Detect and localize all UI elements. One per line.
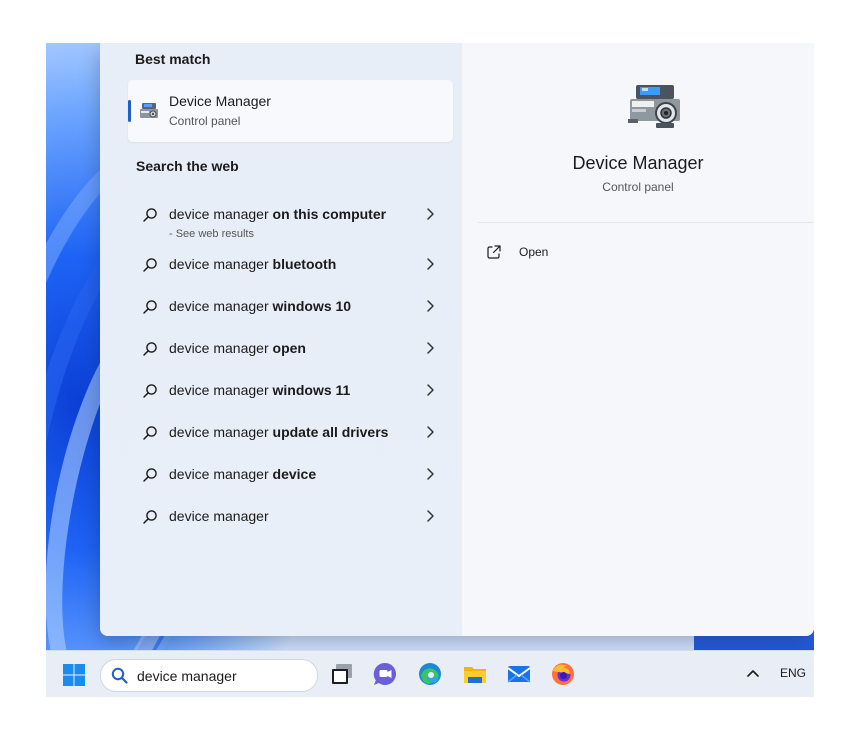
search-icon: [143, 208, 157, 222]
web-result-item[interactable]: device manager on this computer - See web…: [128, 195, 453, 247]
search-input[interactable]: [137, 666, 307, 685]
web-result-query: device manager: [169, 508, 269, 524]
task-view-icon[interactable]: [329, 661, 355, 687]
divider: [478, 222, 814, 223]
language-indicator[interactable]: ENG: [780, 666, 806, 680]
edge-icon[interactable]: [417, 661, 443, 687]
best-match-title: Device Manager: [169, 93, 271, 109]
query-prefix: device manager: [169, 256, 269, 272]
web-result-query: device manager on this computer: [169, 206, 386, 222]
windows-start-icon[interactable]: [62, 663, 86, 687]
results-list: Best match Device Manager Control panel …: [100, 43, 462, 636]
open-label: Open: [519, 245, 549, 259]
best-match-result[interactable]: Device Manager Control panel: [128, 80, 453, 142]
search-icon: [143, 384, 157, 398]
web-result-query: device manager bluetooth: [169, 256, 336, 272]
open-external-icon: [487, 245, 501, 259]
web-result-item[interactable]: device manager windows 10: [128, 287, 453, 327]
web-result-query: device manager windows 11: [169, 382, 350, 398]
web-result-query: device manager update all drivers: [169, 424, 388, 440]
best-match-heading: Best match: [135, 51, 211, 67]
search-icon: [143, 342, 157, 356]
search-icon: [111, 667, 128, 684]
chevron-right-icon: [427, 342, 434, 354]
device-manager-icon: [628, 85, 680, 128]
selection-indicator: [128, 100, 131, 122]
chevron-right-icon: [427, 300, 434, 312]
query-suggestion: windows 10: [268, 298, 352, 314]
search-icon: [143, 426, 157, 440]
detail-subtitle: Control panel: [602, 180, 674, 194]
device-manager-icon: [140, 103, 158, 118]
query-suggestion: device: [268, 466, 317, 482]
web-result-item[interactable]: device manager update all drivers: [128, 413, 453, 453]
search-icon: [143, 510, 157, 524]
web-result-query: device manager device: [169, 466, 316, 482]
taskbar-search-box[interactable]: [100, 659, 318, 692]
web-result-item[interactable]: device manager bluetooth: [128, 245, 453, 285]
web-result-item[interactable]: device manager windows 11: [128, 371, 453, 411]
file-explorer-icon[interactable]: [462, 661, 488, 687]
chevron-right-icon: [427, 510, 434, 522]
query-prefix: device manager: [169, 298, 269, 314]
chevron-right-icon: [427, 468, 434, 480]
search-icon: [143, 258, 157, 272]
web-result-item[interactable]: device manager device: [128, 455, 453, 495]
chevron-right-icon: [427, 208, 434, 220]
search-icon: [143, 468, 157, 482]
query-prefix: device manager: [169, 206, 269, 222]
firefox-icon[interactable]: [550, 661, 576, 687]
query-suggestion: on this computer: [268, 206, 387, 222]
best-match-subtitle: Control panel: [169, 114, 241, 128]
web-result-query: device manager windows 10: [169, 298, 351, 314]
web-result-item[interactable]: device manager open: [128, 329, 453, 369]
search-icon: [143, 300, 157, 314]
open-action[interactable]: Open: [486, 242, 686, 266]
chevron-right-icon: [427, 258, 434, 270]
query-suggestion: update all drivers: [268, 424, 389, 440]
chevron-right-icon: [427, 426, 434, 438]
web-result-item[interactable]: device manager: [128, 497, 453, 537]
query-prefix: device manager: [169, 382, 269, 398]
query-prefix: device manager: [169, 424, 269, 440]
detail-title: Device Manager: [572, 153, 704, 173]
query-suggestion: bluetooth: [268, 256, 337, 272]
chevron-right-icon: [427, 384, 434, 396]
query-prefix: device manager: [169, 466, 269, 482]
search-results-panel: Best match Device Manager Control panel …: [100, 43, 814, 636]
search-web-heading: Search the web: [136, 158, 239, 174]
query-prefix: device manager: [169, 340, 269, 356]
mail-icon[interactable]: [506, 661, 532, 687]
result-detail-pane: Device Manager Control panel Open: [462, 43, 814, 636]
web-result-subtext: - See web results: [169, 228, 254, 240]
query-suggestion: windows 11: [268, 382, 351, 398]
web-result-query: device manager open: [169, 340, 306, 356]
query-suggestion: open: [268, 340, 306, 356]
query-prefix: device manager: [169, 508, 269, 524]
taskbar: ENG: [46, 650, 814, 697]
teams-chat-icon[interactable]: [372, 661, 398, 687]
chevron-up-icon[interactable]: [746, 667, 760, 679]
desktop-screenshot: Best match Device Manager Control panel …: [46, 43, 814, 697]
